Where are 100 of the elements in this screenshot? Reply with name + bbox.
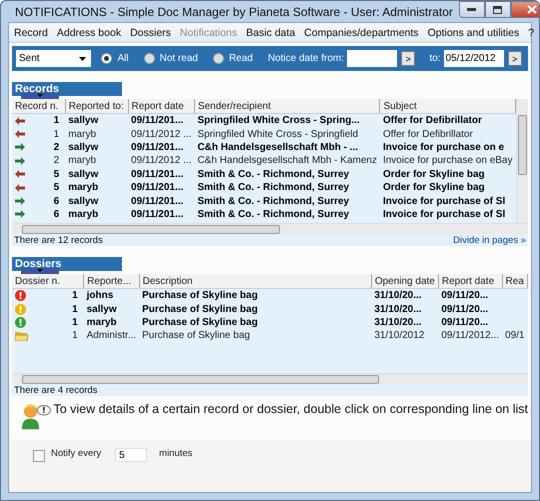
date-to-label: to: xyxy=(429,53,441,64)
column-header[interactable]: Dossier n. xyxy=(12,274,84,288)
table-cell-text: Order for Skyline bag xyxy=(382,168,486,181)
table-cell-text: Invoice for purchase on eBay xyxy=(382,154,514,168)
horizontal-scrollbar[interactable] xyxy=(12,373,528,384)
menu-item[interactable]: Basic data xyxy=(246,26,296,38)
table-cell-text: 09/11/201... xyxy=(130,168,184,181)
table-cell-text: maryb xyxy=(67,181,100,194)
table-cell: 2 xyxy=(54,142,60,153)
unit-label: minutes xyxy=(159,448,192,459)
column-header[interactable]: Opening date xyxy=(371,274,438,288)
maximize-button[interactable] xyxy=(484,1,511,18)
radio-button[interactable] xyxy=(144,53,155,64)
column-header[interactable]: Description xyxy=(139,274,372,288)
section-header: Records xyxy=(12,82,122,96)
interval-field[interactable]: 5 xyxy=(115,448,148,462)
menu-item[interactable]: ? xyxy=(528,26,534,38)
column-header[interactable]: Rea xyxy=(502,274,528,288)
horizontal-scrollbar[interactable] xyxy=(12,223,528,234)
table-cell-text: Offer for Defibrillator xyxy=(382,128,474,141)
date-from-button[interactable]: > xyxy=(401,51,416,66)
window-title: NOTIFICATIONS - Simple Doc Manager by Pianeta Software - User: Administrator xyxy=(15,4,453,18)
table-cell: 6 xyxy=(54,208,60,220)
table-cell-text: sallyw xyxy=(67,168,100,181)
menu-item[interactable]: Address book xyxy=(56,26,122,38)
table-cell-text: Invoice for purchase on e xyxy=(382,140,506,154)
mailbox-dropdown[interactable]: Sent xyxy=(16,50,92,67)
table-cell-text: 09/11/201... xyxy=(130,181,184,194)
record-count: There are 12 records xyxy=(14,235,103,246)
table-cell-text: Invoice for purchase of Sl xyxy=(382,194,506,208)
table-cell: 31/10/20... xyxy=(371,288,438,302)
table-cell-text: Springfiled White Cross - Springfield xyxy=(196,128,360,141)
table-cell: sallyw xyxy=(65,114,128,128)
menu-item[interactable]: Companies/departments xyxy=(304,26,419,38)
table-cell-text: maryb xyxy=(86,316,118,330)
table-cell: 6 xyxy=(54,196,60,207)
menu-item[interactable]: Record xyxy=(14,26,48,38)
column-header[interactable]: Record n. xyxy=(12,99,66,114)
table-cell: 1 xyxy=(72,304,78,315)
maximize-icon xyxy=(493,6,502,14)
table-cell: 1 xyxy=(72,316,78,328)
table-cell: 2 xyxy=(54,155,60,166)
table-cell-text: Purchase of Skyline bag xyxy=(141,329,251,343)
dossier-count: There are 4 records xyxy=(14,385,98,396)
minimize-button[interactable] xyxy=(458,1,485,18)
date-from-label: Notice date from: xyxy=(268,53,344,64)
table-cell-text: Purchase of Skyline bag xyxy=(141,316,259,330)
close-icon xyxy=(526,5,537,14)
table-cell-text: 09/11/20... xyxy=(440,302,490,316)
checkbox[interactable] xyxy=(33,450,45,462)
table-cell-text: Administr... xyxy=(86,329,138,343)
table-cell: 1 xyxy=(54,115,60,126)
table-cell: 09/11/20... xyxy=(438,288,502,302)
date-to-field[interactable]: 05/12/2012 xyxy=(444,50,504,67)
collapse-handle[interactable] xyxy=(21,93,59,99)
table-cell-text: Smith & Co. - Richmond, Surrey xyxy=(196,208,350,222)
radio-button[interactable] xyxy=(212,53,224,64)
column-header[interactable]: Sender/recipient xyxy=(194,99,380,114)
radio-label: Not read xyxy=(160,53,198,64)
column-header[interactable]: Report date xyxy=(128,99,194,114)
date-from-field[interactable] xyxy=(347,50,398,67)
table-cell-text: Smith & Co. - Richmond, Surrey xyxy=(196,194,350,208)
menu-item[interactable]: Options and utilities xyxy=(428,26,520,38)
folder-icon xyxy=(15,330,28,341)
radio-label: All xyxy=(117,53,129,64)
info-message: To view details of a certain record or dossier, double click on corresponding line on list xyxy=(53,402,528,416)
table-cell-text: 09/11/201... xyxy=(130,194,184,208)
table-cell-text: sallyw xyxy=(67,140,100,154)
table-cell-text: 31/10/20... xyxy=(373,316,423,330)
date-to-button[interactable]: > xyxy=(508,51,522,66)
column-header[interactable]: Reporte... xyxy=(84,274,140,288)
table-cell: 5 xyxy=(54,168,60,180)
column-header[interactable]: Subject xyxy=(380,99,516,114)
column-header[interactable]: Reported to: xyxy=(65,99,128,114)
column-header[interactable]: Report date xyxy=(438,274,502,288)
table-cell: johns xyxy=(84,288,140,302)
table-cell: 1 xyxy=(54,128,60,140)
table-cell-text: Smith & Co. - Richmond, Surrey xyxy=(196,168,350,181)
section-header: Dossiers xyxy=(12,257,122,271)
table-cell-text: Invoice for purchase of Sl xyxy=(382,208,506,222)
radio-button[interactable] xyxy=(101,53,112,64)
table-cell-text: 09/11/20... xyxy=(440,316,490,330)
table-cell-text: 31/10/2012 xyxy=(373,329,426,343)
table-cell: 09/1 xyxy=(505,330,524,342)
table-cell: Purchase of Skyline bag xyxy=(139,288,372,302)
divide-in-pages-link[interactable]: Divide in pages » xyxy=(453,235,526,246)
table-cell-text: maryb xyxy=(67,154,98,168)
table-cell-text: sallyw xyxy=(86,302,118,316)
table-cell-text: 31/10/20... xyxy=(373,302,423,316)
table-cell-text: maryb xyxy=(67,128,98,141)
table-cell-text: maryb xyxy=(67,208,100,222)
collapse-handle[interactable] xyxy=(21,268,59,274)
table-cell-text: 09/11/201... xyxy=(130,208,184,222)
table-cell: 1 xyxy=(72,290,78,302)
table-cell: 1 xyxy=(72,330,78,342)
table-cell: 5 xyxy=(54,182,60,194)
vertical-scrollbar[interactable] xyxy=(516,99,528,223)
menu-item[interactable]: Dossiers xyxy=(130,26,171,38)
table-cell: Springfiled White Cross - Spring... xyxy=(194,114,380,128)
table-cell-text: sallyw xyxy=(67,194,100,208)
